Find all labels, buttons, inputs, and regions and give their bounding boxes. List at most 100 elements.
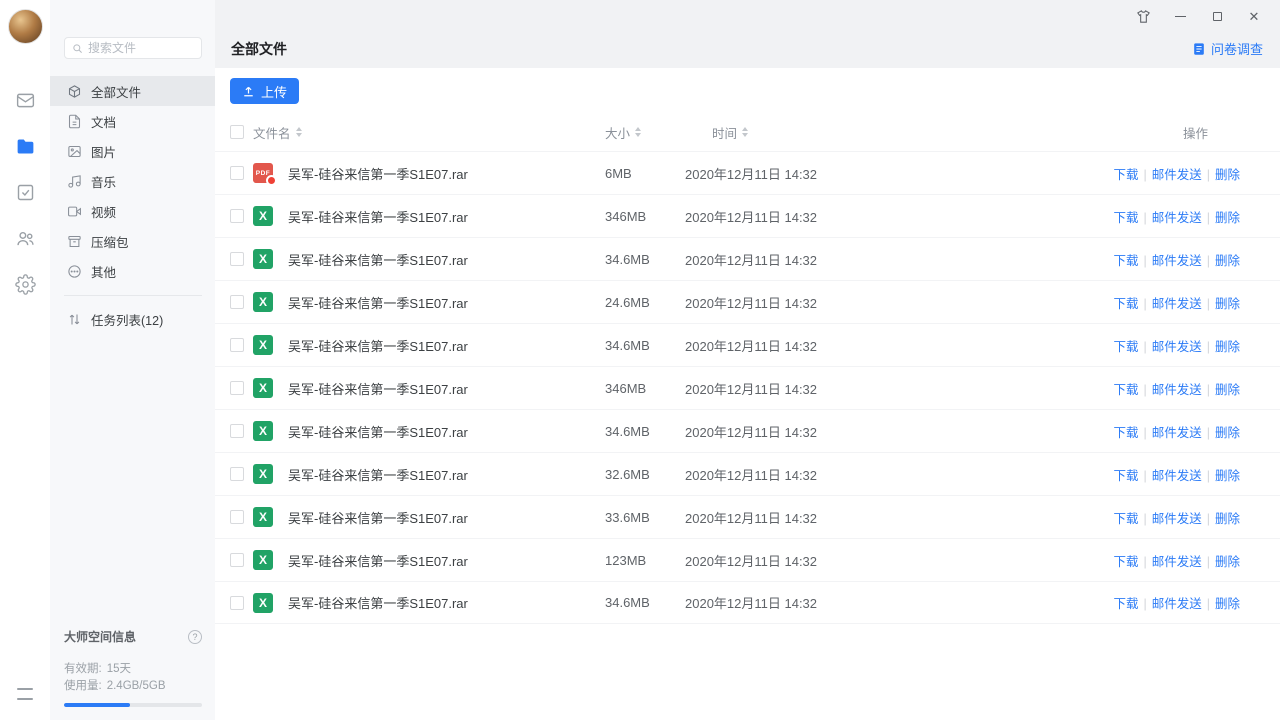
content: 上传 文件名 大小 时间 操作 [215,68,1280,720]
table-row: 吴军-硅谷来信第一季S1E07.rar 123MB 2020年12月11日 14… [215,538,1280,581]
row-checkbox[interactable] [230,338,244,352]
column-size[interactable]: 大小 [605,123,685,142]
column-time[interactable]: 时间 [685,123,980,142]
download-link[interactable]: 下载 [1113,168,1138,182]
file-name[interactable]: 吴军-硅谷来信第一季S1E07.rar [288,379,468,398]
survey-link[interactable]: 问卷调查 [1192,39,1263,58]
sidebar-item-videos[interactable]: 视频 [50,196,215,226]
row-checkbox[interactable] [230,424,244,438]
file-name[interactable]: 吴军-硅谷来信第一季S1E07.rar [288,250,468,269]
row-checkbox[interactable] [230,596,244,610]
sidebar-item-images[interactable]: 图片 [50,136,215,166]
task-list-icon [67,312,82,327]
avatar[interactable] [8,9,43,44]
file-name[interactable]: 吴军-硅谷来信第一季S1E07.rar [288,465,468,484]
download-link[interactable]: 下载 [1113,383,1138,397]
download-link[interactable]: 下载 [1113,426,1138,440]
email-send-link[interactable]: 邮件发送 [1152,555,1202,569]
email-send-link[interactable]: 邮件发送 [1152,383,1202,397]
files-icon[interactable] [13,134,37,158]
delete-link[interactable]: 删除 [1215,297,1240,311]
row-checkbox[interactable] [230,252,244,266]
email-send-link[interactable]: 邮件发送 [1152,168,1202,182]
sort-icon[interactable] [296,127,302,137]
row-checkbox[interactable] [230,381,244,395]
contacts-icon[interactable] [13,226,37,250]
sidebar-item-other[interactable]: 其他 [50,256,215,286]
close-button[interactable]: ✕ [1242,5,1266,29]
email-send-link[interactable]: 邮件发送 [1152,211,1202,225]
sidebar: 全部文件 文档 图片 音乐 视频 压缩包 其他 任务列表(12) 大师空间信息 … [50,0,215,720]
sidebar-item-archives[interactable]: 压缩包 [50,226,215,256]
file-name[interactable]: 吴军-硅谷来信第一季S1E07.rar [288,293,468,312]
search-input[interactable] [88,41,194,55]
column-name[interactable]: 文件名 [253,123,605,142]
minimize-button[interactable] [1168,5,1192,29]
sidebar-item-task-list[interactable]: 任务列表(12) [50,304,215,334]
maximize-button[interactable] [1205,5,1229,29]
email-send-link[interactable]: 邮件发送 [1152,469,1202,483]
theme-skin-icon[interactable] [1131,5,1155,29]
download-link[interactable]: 下载 [1113,340,1138,354]
row-checkbox[interactable] [230,553,244,567]
row-checkbox[interactable] [230,166,244,180]
file-name[interactable]: 吴军-硅谷来信第一季S1E07.rar [288,551,468,570]
titlebar: ✕ [215,0,1280,33]
sidebar-item-all-files[interactable]: 全部文件 [50,76,215,106]
delete-link[interactable]: 删除 [1215,383,1240,397]
sidebar-item-documents[interactable]: 文档 [50,106,215,136]
email-send-link[interactable]: 邮件发送 [1152,597,1202,611]
download-link[interactable]: 下载 [1113,297,1138,311]
sidebar-item-music[interactable]: 音乐 [50,166,215,196]
row-checkbox[interactable] [230,295,244,309]
sort-icon[interactable] [635,127,641,137]
image-icon [67,144,82,159]
table-row: 吴军-硅谷来信第一季S1E07.rar 33.6MB 2020年12月11日 1… [215,495,1280,538]
space-info-title: 大师空间信息 [64,628,136,645]
space-info-panel: 大师空间信息 ? 有效期: 15天 使用量: 2.4GB/5GB [50,628,215,720]
tasks-icon[interactable] [13,180,37,204]
download-link[interactable]: 下载 [1113,597,1138,611]
file-name[interactable]: 吴军-硅谷来信第一季S1E07.rar [288,164,468,183]
delete-link[interactable]: 删除 [1215,254,1240,268]
delete-link[interactable]: 删除 [1215,512,1240,526]
delete-link[interactable]: 删除 [1215,340,1240,354]
email-send-link[interactable]: 邮件发送 [1152,512,1202,526]
select-all-checkbox[interactable] [230,125,244,139]
email-send-link[interactable]: 邮件发送 [1152,297,1202,311]
row-checkbox[interactable] [230,510,244,524]
file-type-icon [253,163,273,183]
file-name[interactable]: 吴军-硅谷来信第一季S1E07.rar [288,422,468,441]
menu-icon[interactable] [17,686,33,702]
file-name[interactable]: 吴军-硅谷来信第一季S1E07.rar [288,508,468,527]
delete-link[interactable]: 删除 [1215,469,1240,483]
delete-link[interactable]: 删除 [1215,597,1240,611]
download-link[interactable]: 下载 [1113,211,1138,225]
email-send-link[interactable]: 邮件发送 [1152,340,1202,354]
divider [64,295,202,296]
sort-icon[interactable] [742,127,748,137]
settings-icon[interactable] [13,272,37,296]
delete-link[interactable]: 删除 [1215,211,1240,225]
upload-button[interactable]: 上传 [230,78,299,104]
download-link[interactable]: 下载 [1113,469,1138,483]
delete-link[interactable]: 删除 [1215,426,1240,440]
delete-link[interactable]: 删除 [1215,555,1240,569]
row-checkbox[interactable] [230,209,244,223]
file-name[interactable]: 吴军-硅谷来信第一季S1E07.rar [288,207,468,226]
file-name[interactable]: 吴军-硅谷来信第一季S1E07.rar [288,336,468,355]
table-row: 吴军-硅谷来信第一季S1E07.rar 346MB 2020年12月11日 14… [215,366,1280,409]
row-checkbox[interactable] [230,467,244,481]
main-header: ✕ 全部文件 问卷调查 [215,0,1280,68]
search-box [64,37,202,59]
all-files-icon [67,84,82,99]
email-send-link[interactable]: 邮件发送 [1152,254,1202,268]
help-icon[interactable]: ? [188,630,202,644]
download-link[interactable]: 下载 [1113,512,1138,526]
file-name[interactable]: 吴军-硅谷来信第一季S1E07.rar [288,593,468,612]
email-send-link[interactable]: 邮件发送 [1152,426,1202,440]
download-link[interactable]: 下载 [1113,555,1138,569]
download-link[interactable]: 下载 [1113,254,1138,268]
delete-link[interactable]: 删除 [1215,168,1240,182]
mail-icon[interactable] [13,88,37,112]
